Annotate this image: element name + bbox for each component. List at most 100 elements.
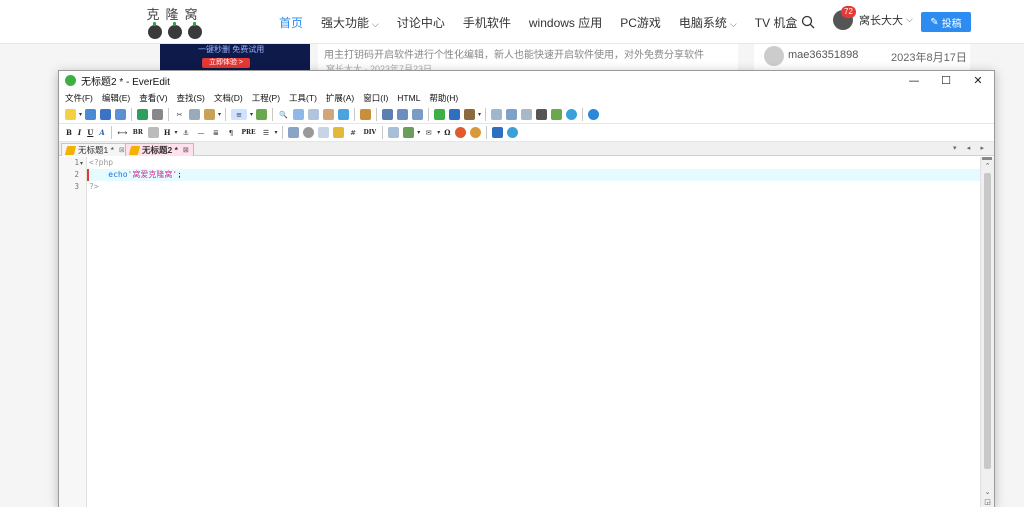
tab-untitled-1[interactable]: 无标题1 * ⊠ <box>61 143 130 156</box>
align-icon[interactable]: ≣ <box>210 127 221 138</box>
dropdown-arrow-icon[interactable]: ▾ <box>79 111 82 118</box>
nav-tv-box[interactable]: TV 机盒 <box>755 14 798 31</box>
banner-button[interactable]: 立即体验 > <box>202 58 250 68</box>
palette-icon[interactable] <box>470 127 482 138</box>
css-icon[interactable]: # <box>348 127 359 138</box>
lock-icon[interactable] <box>332 127 344 138</box>
commenter-name[interactable]: mae36351898 <box>788 49 858 61</box>
nav-discussion[interactable]: 讨论中心 <box>397 14 445 31</box>
macro-save-icon[interactable] <box>412 109 424 120</box>
fold-icon[interactable]: ▾ <box>80 160 83 167</box>
color-picker-icon[interactable] <box>455 127 467 138</box>
user-menu[interactable]: 72 窝长大大 ⌵ <box>833 6 913 30</box>
clipboard-icon[interactable] <box>551 109 563 120</box>
paragraph-icon[interactable] <box>147 127 159 138</box>
save-icon[interactable] <box>100 109 112 120</box>
site-logo[interactable]: 克隆窝 <box>140 4 210 40</box>
scrollbar-thumb[interactable] <box>984 173 991 469</box>
menu-help[interactable]: 帮助(H) <box>429 92 458 104</box>
panel-right-icon[interactable] <box>506 109 518 120</box>
image-icon[interactable] <box>287 127 299 138</box>
search-icon[interactable] <box>801 15 815 29</box>
macro-record-icon[interactable] <box>382 109 394 120</box>
menu-document[interactable]: 文档(D) <box>214 92 243 104</box>
dropdown-arrow-icon[interactable]: ▾ <box>218 111 221 118</box>
dropdown-arrow-icon[interactable]: ▾ <box>417 129 420 136</box>
dropdown-arrow-icon[interactable]: ▾ <box>275 129 278 136</box>
minimize-button[interactable]: — <box>898 71 930 89</box>
close-button[interactable]: ✕ <box>962 71 994 89</box>
web-preview-icon[interactable] <box>507 127 519 138</box>
pilcrow-icon[interactable]: ¶ <box>225 127 236 138</box>
resize-grip-icon[interactable]: ◲ <box>981 496 994 507</box>
undo-icon[interactable] <box>137 109 149 120</box>
run-icon[interactable] <box>434 109 446 120</box>
link-icon[interactable]: ⟷ <box>117 127 128 138</box>
omega-icon[interactable]: Ω <box>444 128 450 137</box>
menu-extensions[interactable]: 扩展(A) <box>326 92 354 104</box>
nav-pc-games[interactable]: PC游戏 <box>620 14 661 31</box>
form-icon[interactable] <box>317 127 329 138</box>
nav-windows-apps[interactable]: windows 应用 <box>529 14 602 31</box>
dropdown-arrow-icon[interactable]: ▾ <box>174 129 177 136</box>
menu-window[interactable]: 窗口(I) <box>363 92 388 104</box>
menu-search[interactable]: 查找(S) <box>177 92 205 104</box>
anchor-icon[interactable]: ⚓ <box>180 127 191 138</box>
bold-icon[interactable]: B <box>66 128 72 137</box>
paste-icon[interactable] <box>204 109 216 120</box>
maximize-button[interactable]: ☐ <box>930 71 962 89</box>
underline-icon[interactable]: U <box>87 128 93 137</box>
scroll-up-icon[interactable]: ⌃ <box>981 160 994 172</box>
dropdown-arrow-icon[interactable]: ▾ <box>437 129 440 136</box>
close-tab-icon[interactable]: ⊠ <box>119 146 125 154</box>
br-icon[interactable]: BR <box>133 129 143 136</box>
nav-home[interactable]: 首页 <box>279 14 303 31</box>
nav-features[interactable]: 强大功能 ⌵ <box>321 14 379 31</box>
browser-icon[interactable] <box>566 109 578 120</box>
copy-icon[interactable] <box>189 109 201 120</box>
menu-edit[interactable]: 编辑(E) <box>102 92 130 104</box>
tab-navigation[interactable]: ▾ ◂ ▸ <box>953 144 988 152</box>
code-editor[interactable]: 1 ▾ 2 3 <?php echo'窝爱克隆窝'; ?> ⌃ ⌄ ◲ <box>59 157 994 507</box>
tools-icon[interactable] <box>464 109 476 120</box>
dropdown-arrow-icon[interactable]: ▾ <box>250 111 253 118</box>
encoding-icon[interactable] <box>360 109 372 120</box>
open-file-icon[interactable] <box>85 109 97 120</box>
hr-icon[interactable]: — <box>195 127 206 138</box>
dropdown-arrow-icon[interactable]: ▾ <box>478 111 481 118</box>
document-map-icon[interactable] <box>521 109 533 120</box>
media-icon[interactable] <box>302 127 314 138</box>
redo-icon[interactable] <box>152 109 164 120</box>
vertical-scrollbar[interactable]: ⌃ ⌄ ◲ <box>980 157 994 507</box>
menu-view[interactable]: 查看(V) <box>139 92 167 104</box>
close-tab-icon[interactable]: ⊠ <box>183 146 189 154</box>
italic-icon[interactable]: I <box>78 128 81 137</box>
column-mode-icon[interactable] <box>256 109 268 120</box>
bookmark-icon[interactable] <box>323 109 335 120</box>
new-file-icon[interactable] <box>65 109 76 120</box>
wrap-icon[interactable]: ≡ <box>231 109 248 120</box>
tab-untitled-2[interactable]: 无标题2 * ⊠ <box>125 143 194 156</box>
post-button[interactable]: ✎ 投稿 <box>921 12 971 32</box>
output-panel-icon[interactable] <box>536 109 548 120</box>
menu-project[interactable]: 工程(P) <box>252 92 280 104</box>
comment-icon[interactable]: ✉ <box>423 127 434 138</box>
font-icon[interactable]: A <box>99 128 104 137</box>
list-icon[interactable]: ☰ <box>261 127 272 138</box>
macro-play-icon[interactable] <box>397 109 409 120</box>
picture-icon[interactable] <box>403 127 415 138</box>
nav-pc-systems[interactable]: 电脑系统 ⌵ <box>679 14 737 31</box>
terminal-icon[interactable] <box>449 109 461 120</box>
preview-icon[interactable] <box>492 127 504 138</box>
replace-icon[interactable] <box>308 109 320 120</box>
menu-tools[interactable]: 工具(T) <box>289 92 317 104</box>
menu-file[interactable]: 文件(F) <box>65 92 93 104</box>
cut-icon[interactable]: ✂ <box>174 109 185 120</box>
find-in-files-icon[interactable] <box>293 109 305 120</box>
heading-icon[interactable]: H <box>164 128 171 137</box>
table-icon[interactable] <box>388 127 400 138</box>
find-icon[interactable]: 🔍 <box>278 109 289 120</box>
panel-left-icon[interactable] <box>491 109 503 120</box>
title-bar[interactable]: 无标题2 * - EverEdit — ☐ ✕ <box>59 71 994 89</box>
help-icon[interactable] <box>588 109 600 120</box>
